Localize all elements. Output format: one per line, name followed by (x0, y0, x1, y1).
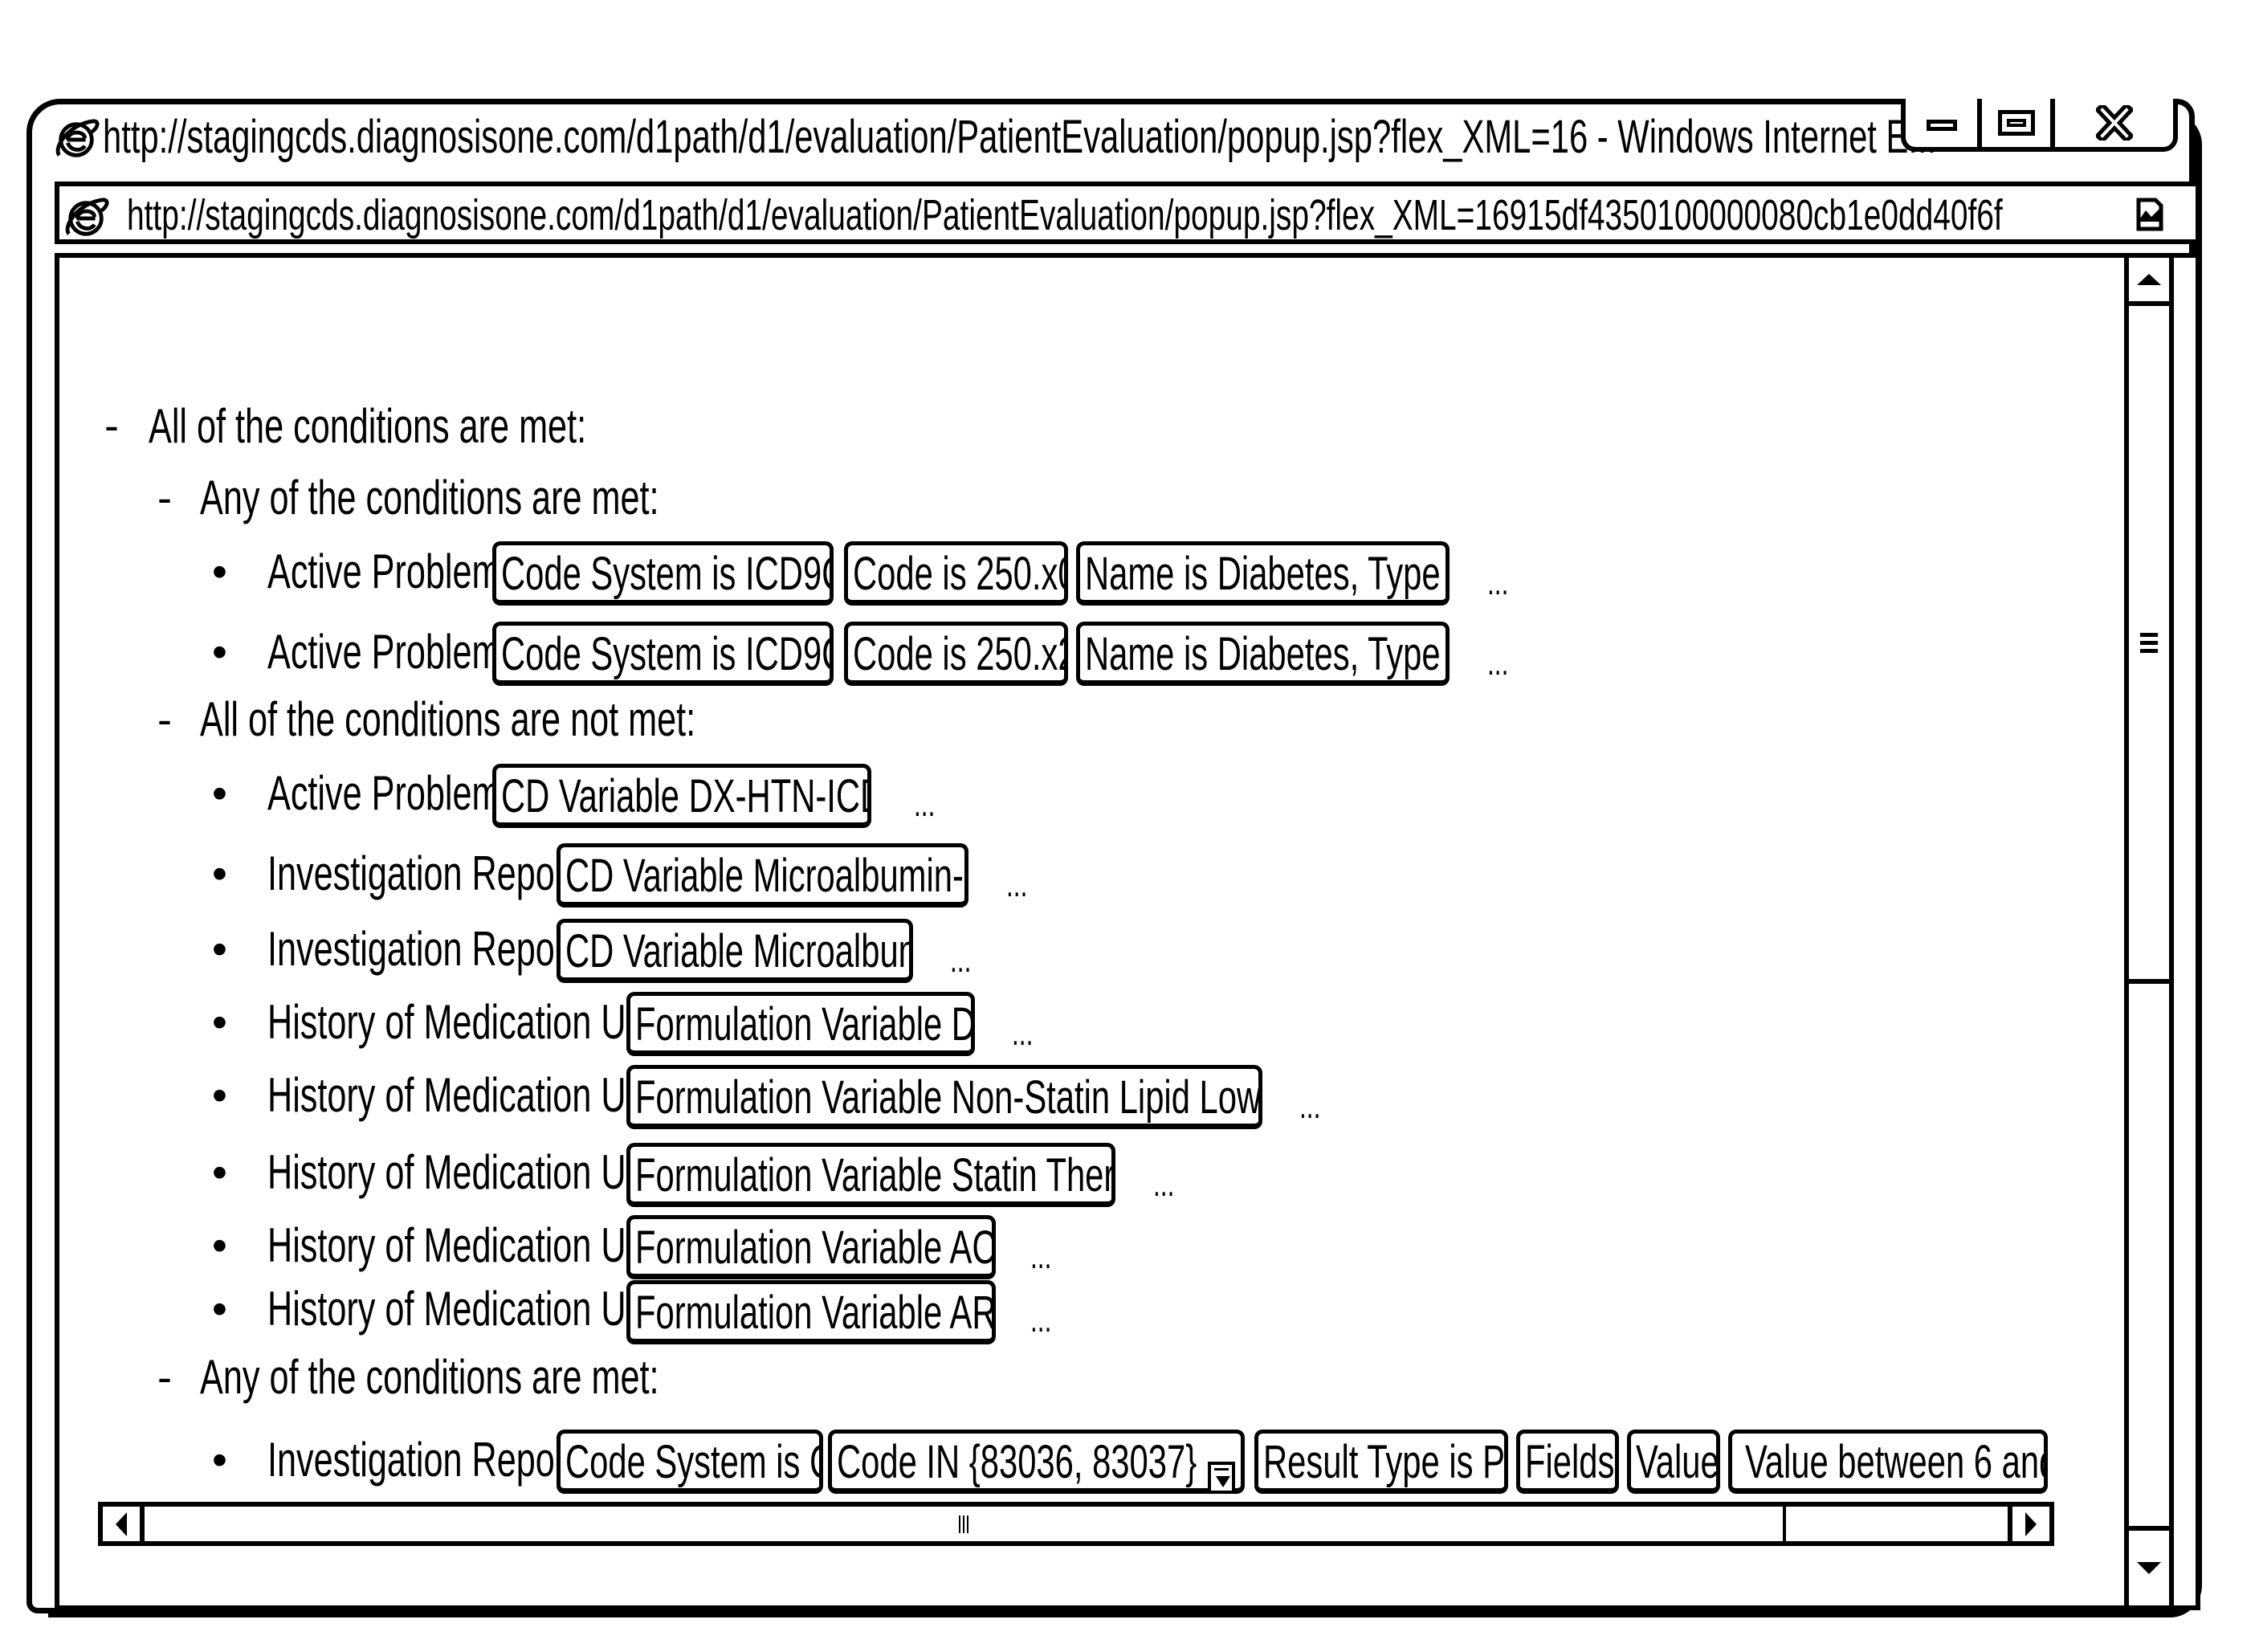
minimize-icon (1926, 120, 1957, 131)
criterion-chip[interactable]: Value between 6 and (1728, 1430, 2048, 1494)
criterion-chip[interactable]: CD Variable Microalbumin (557, 919, 913, 983)
scroll-down-icon (2137, 1562, 2161, 1574)
more-button[interactable]: ... (1006, 867, 1036, 903)
bullet: • (212, 1071, 227, 1120)
criterion-chip[interactable]: Result Type is PQ (1254, 1430, 1508, 1494)
collapse-marker[interactable]: - (157, 474, 172, 522)
bullet: • (212, 1436, 227, 1484)
criterion-chip[interactable]: Code is 250.x0 (844, 541, 1068, 606)
criterion-chip[interactable]: Formulation Variable DM (626, 992, 975, 1056)
bullet: • (212, 925, 227, 973)
criterion-chip[interactable]: Code System is C4 (557, 1430, 823, 1494)
bullet: • (212, 769, 227, 818)
url-field[interactable]: http://stagingcds.diagnosisone.com/d1pat… (127, 190, 2259, 241)
bullet: • (212, 1148, 227, 1197)
horizontal-scroll-thumb[interactable] (145, 1507, 1786, 1541)
more-button[interactable]: ... (1012, 1016, 1042, 1051)
criterion-chip[interactable]: CD Variable Microalbumin-C4 (557, 843, 968, 908)
criterion-chip[interactable]: Formulation Variable Non-Statin Lipid Lo… (626, 1065, 1262, 1129)
more-button[interactable]: ... (1487, 565, 1517, 601)
dropdown-arrow-icon[interactable] (1208, 1462, 1235, 1494)
window-controls (1901, 99, 2178, 152)
vertical-scroll-thumb[interactable] (2129, 306, 2169, 984)
criterion-chip[interactable]: CD Variable DX-HTN-ICD 9 (492, 764, 871, 828)
bullet: • (212, 1222, 227, 1270)
scroll-right-icon (2025, 1511, 2037, 1536)
minimize-button[interactable] (1906, 99, 1982, 147)
criterion-chip[interactable]: Formulation Variable Statin Therapy (626, 1143, 1115, 1207)
close-button[interactable] (2055, 99, 2173, 147)
criterion-chip[interactable]: Fields (1516, 1430, 1619, 1494)
maximize-icon (1997, 110, 2035, 136)
scroll-up-icon (2137, 274, 2161, 285)
collapse-marker[interactable]: - (157, 695, 172, 744)
scroll-left-icon (116, 1511, 127, 1536)
bullet: • (212, 850, 227, 898)
criterion-chip[interactable]: Formulation Variable ACEI (626, 1215, 996, 1279)
scroll-down-button[interactable] (2129, 1526, 2169, 1605)
scroll-right-button[interactable] (2008, 1507, 2049, 1541)
url-text: http://stagingcds.diagnosisone.com/d1pat… (127, 191, 2003, 239)
more-button[interactable]: ... (1030, 1239, 1060, 1275)
more-button[interactable]: ... (1153, 1167, 1183, 1202)
criterion-chip[interactable]: Name is Diabetes, Type II (1076, 622, 1450, 686)
page-icon[interactable] (2136, 198, 2163, 231)
group-heading: Any of the conditions are met: (200, 1350, 659, 1404)
internet-explorer-icon (65, 198, 109, 236)
more-button[interactable]: ... (950, 943, 980, 978)
more-button[interactable]: ... (914, 787, 944, 822)
maximize-button[interactable] (1982, 99, 2055, 147)
scroll-left-button[interactable] (103, 1507, 145, 1541)
criterion-chip[interactable]: Value (1627, 1430, 1720, 1494)
internet-explorer-icon (55, 119, 100, 157)
root-condition-heading: All of the conditions are met: (149, 399, 587, 453)
criterion-chip[interactable]: Formulation Variable ARB (626, 1280, 996, 1344)
bullet: • (212, 998, 227, 1046)
criterion-chip[interactable]: Code System is ICD9CM (492, 541, 834, 606)
criterion-chip[interactable]: Name is Diabetes, Type II (1076, 541, 1450, 606)
close-icon (2095, 105, 2133, 141)
group-heading: Any of the conditions are met: (200, 471, 659, 524)
more-button[interactable]: ... (1030, 1303, 1060, 1338)
more-button[interactable]: ... (1487, 646, 1517, 681)
window-title-text: http://stagingcds.diagnosisone.com/d1pat… (103, 111, 1937, 163)
collapse-marker[interactable]: - (157, 1353, 172, 1401)
bullet: • (212, 628, 227, 676)
more-button[interactable]: ... (1299, 1089, 1329, 1124)
bullet: • (212, 1285, 227, 1333)
bullet: • (212, 548, 227, 596)
group-heading: All of the conditions are not met: (200, 692, 696, 746)
grip-icon (2140, 632, 2158, 653)
grip-icon (959, 1515, 968, 1533)
scroll-up-button[interactable] (2129, 258, 2169, 306)
collapse-marker[interactable]: - (104, 402, 119, 450)
criterion-chip[interactable]: Code is 250.x2 (844, 622, 1068, 686)
code-select[interactable]: Code IN {83036, 83037} (828, 1430, 1245, 1494)
criterion-chip[interactable]: Code System is ICD9CM (492, 622, 834, 686)
